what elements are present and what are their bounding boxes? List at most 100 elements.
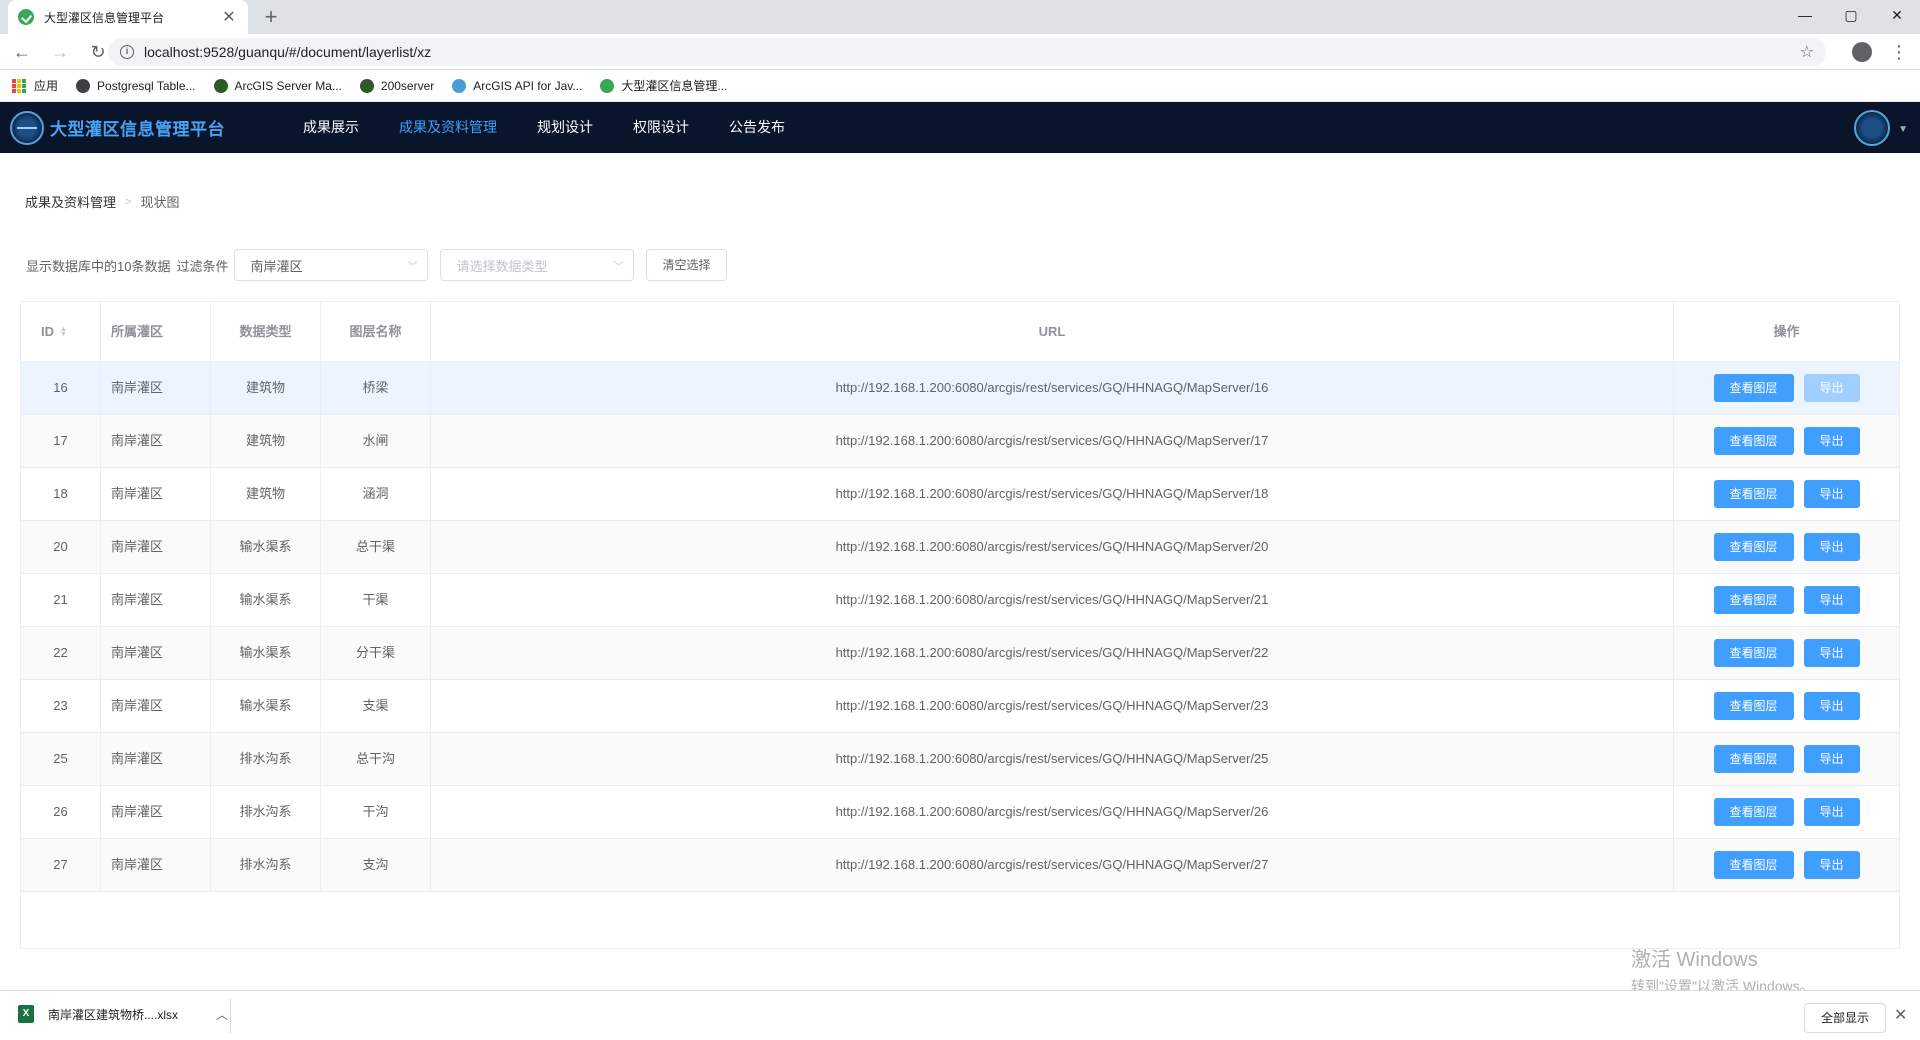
sort-icon[interactable]: ▲ ▼: [60, 326, 67, 338]
new-tab-button[interactable]: +: [258, 4, 284, 30]
show-all-button[interactable]: 全部显示: [1804, 1003, 1886, 1033]
avatar[interactable]: [1854, 110, 1890, 146]
area-select-value: 南岸灌区: [250, 258, 303, 274]
breadcrumb: 成果及资料管理 > 现状图: [25, 192, 179, 211]
forward-button[interactable]: →: [44, 36, 76, 68]
export-button[interactable]: 导出: [1803, 692, 1860, 720]
profile-icon[interactable]: [1852, 42, 1872, 62]
cell-url: http://192.168.1.200:6080/arcgis/rest/se…: [431, 839, 1674, 891]
bookmark-200server[interactable]: 200server: [359, 78, 434, 93]
cell-layer-name: 干沟: [321, 786, 431, 838]
area-select[interactable]: 南岸灌区 ﹀: [234, 249, 429, 281]
cell-layer-name: 支渠: [321, 680, 431, 732]
bookmark-arcgis-api[interactable]: ArcGIS API for Jav...: [452, 78, 582, 93]
bookmark-apps[interactable]: 应用: [12, 77, 58, 94]
filter-bar: 显示数据库中的10条数据 过滤条件 南岸灌区 ﹀ 请选择数据类型 ﹀ 清空选择: [26, 249, 727, 281]
view-layer-button[interactable]: 查看图层: [1713, 480, 1794, 508]
breadcrumb-parent[interactable]: 成果及资料管理: [25, 192, 116, 211]
nav-item-results[interactable]: 成果展示: [283, 102, 379, 153]
filter-label: 过滤条件: [176, 258, 229, 274]
nav-item-permissions[interactable]: 权限设计: [613, 102, 709, 153]
back-button[interactable]: ←: [6, 36, 38, 68]
clear-selection-button[interactable]: 清空选择: [646, 249, 727, 281]
cell-data-type: 建筑物: [211, 362, 321, 414]
header-operation: 操作: [1773, 324, 1800, 339]
export-button[interactable]: 导出: [1803, 851, 1860, 879]
export-button[interactable]: 导出: [1803, 798, 1860, 826]
layer-table: ID ▲ ▼ 所属灌区 数据类型 图层名称 URL 操作 16 南岸灌区 建筑物 桥梁 h…: [20, 301, 1900, 949]
download-item[interactable]: X 南岸灌区建筑物桥....xlsx ︿: [18, 1005, 228, 1023]
cell-data-type: 建筑物: [211, 468, 321, 520]
table-row[interactable]: 22 南岸灌区 输水渠系 分干渠 http://192.168.1.200:6080/a…: [21, 627, 1899, 680]
chevron-right-icon: >: [125, 195, 132, 208]
export-button[interactable]: 导出: [1803, 533, 1860, 561]
window-controls: — ▢ ✕: [1782, 0, 1920, 30]
top-nav: 成果展示 成果及资料管理 规划设计 权限设计 公告发布: [283, 102, 805, 153]
table-row[interactable]: 16 南岸灌区 建筑物 桥梁 http://192.168.1.200:6080/arc…: [21, 362, 1899, 415]
watermark-line1: 激活 Windows: [1631, 949, 1758, 971]
data-type-select[interactable]: 请选择数据类型 ﹀: [440, 249, 635, 281]
export-button[interactable]: 导出: [1803, 427, 1860, 455]
bookmarks-bar: 应用 Postgresql Table... ArcGIS Server Ma.…: [0, 70, 1920, 102]
site-info-icon[interactable]: i: [120, 45, 134, 59]
cell-url: http://192.168.1.200:6080/arcgis/rest/se…: [431, 362, 1674, 414]
view-layer-button[interactable]: 查看图层: [1713, 639, 1794, 667]
view-layer-button[interactable]: 查看图层: [1713, 851, 1794, 879]
table-row[interactable]: 18 南岸灌区 建筑物 涵洞 http://192.168.1.200:6080/arc…: [21, 468, 1899, 521]
cell-id: 27: [21, 839, 101, 891]
cell-layer-name: 总干渠: [321, 521, 431, 573]
table-row[interactable]: 27 南岸灌区 排水沟系 支沟 http://192.168.1.200:6080/ar…: [21, 839, 1899, 892]
table-row[interactable]: 26 南岸灌区 排水沟系 干沟 http://192.168.1.200:6080/ar…: [21, 786, 1899, 839]
view-layer-button[interactable]: 查看图层: [1713, 586, 1794, 614]
view-layer-button[interactable]: 查看图层: [1713, 692, 1794, 720]
view-layer-button[interactable]: 查看图层: [1713, 533, 1794, 561]
header-id[interactable]: ID ▲ ▼: [21, 302, 101, 361]
download-filename: 南岸灌区建筑物桥....xlsx: [48, 1007, 179, 1022]
table-row[interactable]: 23 南岸灌区 输水渠系 支渠 http://192.168.1.200:6080/ar…: [21, 680, 1899, 733]
cell-layer-name: 总干沟: [321, 733, 431, 785]
nav-item-announcements[interactable]: 公告发布: [709, 102, 805, 153]
cell-data-type: 建筑物: [211, 415, 321, 467]
cell-operations: 查看图层 导出: [1674, 786, 1899, 838]
minimize-button[interactable]: —: [1782, 0, 1828, 30]
view-layer-button[interactable]: 查看图层: [1713, 374, 1794, 402]
bookmark-postgresql[interactable]: Postgresql Table...: [76, 78, 196, 93]
export-button[interactable]: 导出: [1803, 639, 1860, 667]
nav-item-document-management[interactable]: 成果及资料管理: [379, 102, 517, 153]
table-row[interactable]: 20 南岸灌区 输水渠系 总干渠 http://192.168.1.200:6080/a…: [21, 521, 1899, 574]
browser-menu-icon[interactable]: ⋮: [1890, 40, 1908, 64]
cell-layer-name: 水闸: [321, 415, 431, 467]
cell-id: 25: [21, 733, 101, 785]
export-button[interactable]: 导出: [1803, 745, 1860, 773]
table-row[interactable]: 25 南岸灌区 排水沟系 总干沟 http://192.168.1.200:6080/a…: [21, 733, 1899, 786]
table-row[interactable]: 17 南岸灌区 建筑物 水闸 http://192.168.1.200:6080/arc…: [21, 415, 1899, 468]
maximize-button[interactable]: ▢: [1828, 0, 1874, 30]
bookmark-app[interactable]: 大型灌区信息管理...: [600, 77, 727, 94]
window-close-button[interactable]: ✕: [1874, 0, 1920, 30]
export-button[interactable]: 导出: [1803, 480, 1860, 508]
nav-item-planning[interactable]: 规划设计: [517, 102, 613, 153]
table-row[interactable]: 21 南岸灌区 输水渠系 干渠 http://192.168.1.200:6080/ar…: [21, 574, 1899, 627]
url-text[interactable]: localhost:9528/guanqu/#/document/layerli…: [144, 44, 1800, 60]
tab-close-icon[interactable]: ✕: [220, 7, 238, 27]
export-button[interactable]: 导出: [1803, 374, 1860, 402]
browser-tab[interactable]: 大型灌区信息管理平台 ✕: [8, 0, 248, 34]
download-bar-close-icon[interactable]: ✕: [1894, 1005, 1907, 1025]
app-header: 大型灌区信息管理平台 成果展示 成果及资料管理 规划设计 权限设计 公告发布 ▼: [0, 102, 1920, 153]
cell-layer-name: 桥梁: [321, 362, 431, 414]
address-bar: ← → ↻ i localhost:9528/guanqu/#/document…: [0, 34, 1920, 70]
cell-url: http://192.168.1.200:6080/arcgis/rest/se…: [431, 680, 1674, 732]
bookmark-arcgis-server[interactable]: ArcGIS Server Ma...: [213, 78, 342, 93]
cell-data-type: 输水渠系: [211, 574, 321, 626]
chevron-up-icon[interactable]: ︿: [216, 1006, 228, 1023]
windows-activation-watermark: 激活 Windows 转到"设置"以激活 Windows。: [1631, 943, 1814, 996]
view-layer-button[interactable]: 查看图层: [1713, 427, 1794, 455]
omnibox[interactable]: i localhost:9528/guanqu/#/document/layer…: [108, 38, 1826, 66]
export-button[interactable]: 导出: [1803, 586, 1860, 614]
cell-area: 南岸灌区: [101, 786, 211, 838]
view-layer-button[interactable]: 查看图层: [1713, 745, 1794, 773]
caret-down-icon[interactable]: ▼: [1898, 124, 1908, 135]
bookmark-star-icon[interactable]: ☆: [1800, 42, 1814, 62]
view-layer-button[interactable]: 查看图层: [1713, 798, 1794, 826]
cell-layer-name: 分干渠: [321, 627, 431, 679]
